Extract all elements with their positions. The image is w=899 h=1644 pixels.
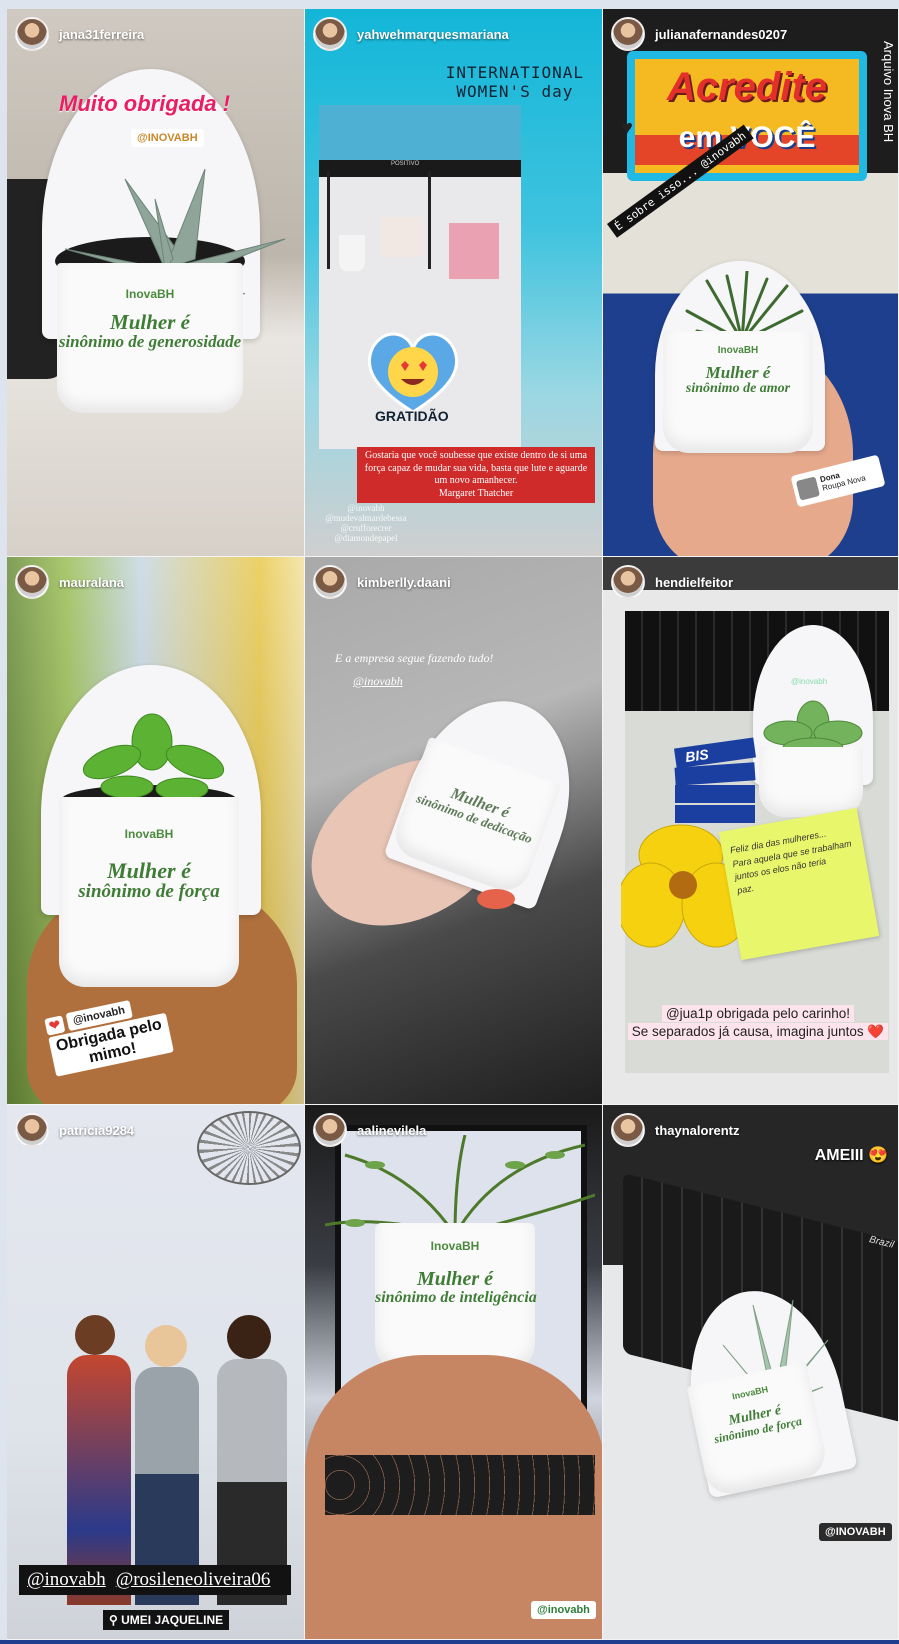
quote-author: Margaret Thatcher [438, 487, 514, 499]
mention-tag[interactable]: @rosileneoliveira06 [116, 1569, 271, 1591]
mention-list: @inovabh @mudevalmardebessa @crufforecre… [321, 503, 411, 544]
story-card-3[interactable]: julianafernandes0207 Arquivo Inova BH Ac… [603, 9, 899, 557]
candy-pack: BIS [673, 737, 757, 823]
heart-icon: ♥ [621, 117, 633, 139]
bottom-strip [0, 1640, 899, 1644]
username[interactable]: julianafernandes0207 [655, 27, 787, 42]
slogan-line2: sinônimo de força [78, 881, 220, 903]
story-header: hendielfeitor [611, 565, 733, 599]
username[interactable]: patricia9284 [59, 1123, 134, 1138]
avatar[interactable] [15, 1113, 49, 1147]
username[interactable]: aalinevilela [357, 1123, 426, 1138]
brand-logo: InovaBH [430, 1239, 480, 1253]
side-caption: Arquivo Inova BH [881, 41, 896, 143]
brand-logo: InovaBH [124, 827, 174, 841]
avatar[interactable] [611, 565, 645, 599]
location-sticker[interactable]: ⚲ UMEI JAQUELINE [103, 1610, 230, 1630]
location-pin-icon: ⚲ [109, 1613, 122, 1627]
heart-icon: ❤ [44, 1014, 66, 1036]
wall-fan [197, 1111, 301, 1185]
story-header: julianafernandes0207 [611, 17, 787, 51]
slogan-line2: sinônimo de generosidade [58, 332, 242, 352]
story-header: thaynalorentz [611, 1113, 740, 1147]
mention-tag[interactable]: @INOVABH [131, 129, 204, 147]
avatar[interactable] [313, 565, 347, 599]
mention-item[interactable]: @diamondepapel [321, 533, 411, 544]
stories-grid: jana31ferreira Muito obrigada ! @INOVABH… [7, 9, 899, 1640]
story-card-2[interactable]: yahwehmarquesmariana INTERNATIONAL WOMEN… [305, 9, 603, 557]
avatar[interactable] [313, 17, 347, 51]
bracelet [325, 1455, 595, 1515]
story-card-4[interactable]: mauralana InovaBH Mulher é sinônimo de f… [7, 557, 305, 1105]
story-card-7[interactable]: patricia9284 @inovabh @rosileneoliveira0… [7, 1105, 305, 1640]
mention-small[interactable]: @inovabh [791, 677, 827, 686]
brand-logo: InovaBH [125, 287, 175, 301]
location-label: UMEI JAQUELINE [121, 1613, 224, 1627]
thanks-text: Muito obrigada ! [59, 91, 231, 116]
avatar[interactable] [15, 17, 49, 51]
mention-tag[interactable]: @INOVABH [819, 1523, 892, 1541]
username[interactable]: thaynalorentz [655, 1123, 740, 1138]
slogan-line2: sinônimo de inteligência [375, 1289, 537, 1306]
quote-text: Gostaria que você soubesse que existe de… [364, 450, 588, 486]
slogan-line1: Mulher é [705, 363, 771, 382]
story-header: yahwehmarquesmariana [313, 17, 509, 51]
avatar[interactable] [15, 565, 49, 599]
slogan-line1: Mulher é [107, 858, 191, 883]
banner-line1: Acredite [666, 65, 828, 109]
monitor-brand: POSITIVO [391, 161, 420, 167]
mention-link[interactable]: @inovabh [353, 674, 403, 689]
mention-tag[interactable]: @inovabh [27, 1569, 106, 1591]
story-card-9[interactable]: thaynalorentz AMEIII 😍 Brazil InovaBH Mu… [603, 1105, 899, 1640]
mention-tag[interactable]: @inovabh [531, 1601, 596, 1619]
brand-logo: InovaBH [717, 345, 759, 356]
story-header: patricia9284 [15, 1113, 134, 1147]
caption-text: AMEIII 😍 [814, 1147, 888, 1164]
story-card-5[interactable]: kimberlly.daani E a empresa segue fazend… [305, 557, 603, 1105]
store-logo-icon [795, 476, 821, 501]
sticky-note: Feliz dia das mulheres... Para aquela qu… [718, 807, 880, 961]
acredite-banner: Acredite em VOCÊ ♥ [621, 51, 867, 181]
username[interactable]: hendielfeitor [655, 575, 733, 590]
caption-line2: Se separados já causa, imagina juntos ❤️ [627, 1023, 889, 1041]
heart-eyes-sticker [367, 332, 459, 414]
succulent-plant [82, 713, 225, 801]
slogan-line1: Mulher é [110, 310, 190, 334]
slogan-line1: Mulher é [416, 1268, 494, 1290]
fingernail [477, 889, 515, 909]
title-line1: INTERNATIONAL [445, 63, 584, 82]
caption-text: E a empresa segue fazendo tudo! [335, 651, 494, 665]
story-card-6[interactable]: hendielfeitor @inovabh BIS Feliz dia das… [603, 557, 899, 1105]
username[interactable]: jana31ferreira [59, 27, 144, 42]
avatar[interactable] [611, 1113, 645, 1147]
story-card-1[interactable]: jana31ferreira Muito obrigada ! @INOVABH… [7, 9, 305, 557]
username[interactable]: kimberlly.daani [357, 575, 451, 590]
caption-line1: @jua1p obrigada pelo carinho! [661, 1005, 855, 1022]
slogan-line2: sinônimo de amor [685, 380, 791, 396]
story-card-8[interactable]: aalinevilela InovaBH Mulher é sinônimo d… [305, 1105, 603, 1640]
username[interactable]: mauralana [59, 575, 124, 590]
avatar[interactable] [313, 1113, 347, 1147]
story-header: jana31ferreira [15, 17, 144, 51]
title-line2: WOMEN'S day [456, 82, 574, 101]
story-header: mauralana [15, 565, 124, 599]
username[interactable]: yahwehmarquesmariana [357, 27, 509, 42]
gratitude-sticker: GRATIDÃO [375, 408, 449, 424]
avatar[interactable] [611, 17, 645, 51]
story-header: aalinevilela [313, 1113, 426, 1147]
story-header: kimberlly.daani [313, 565, 451, 599]
